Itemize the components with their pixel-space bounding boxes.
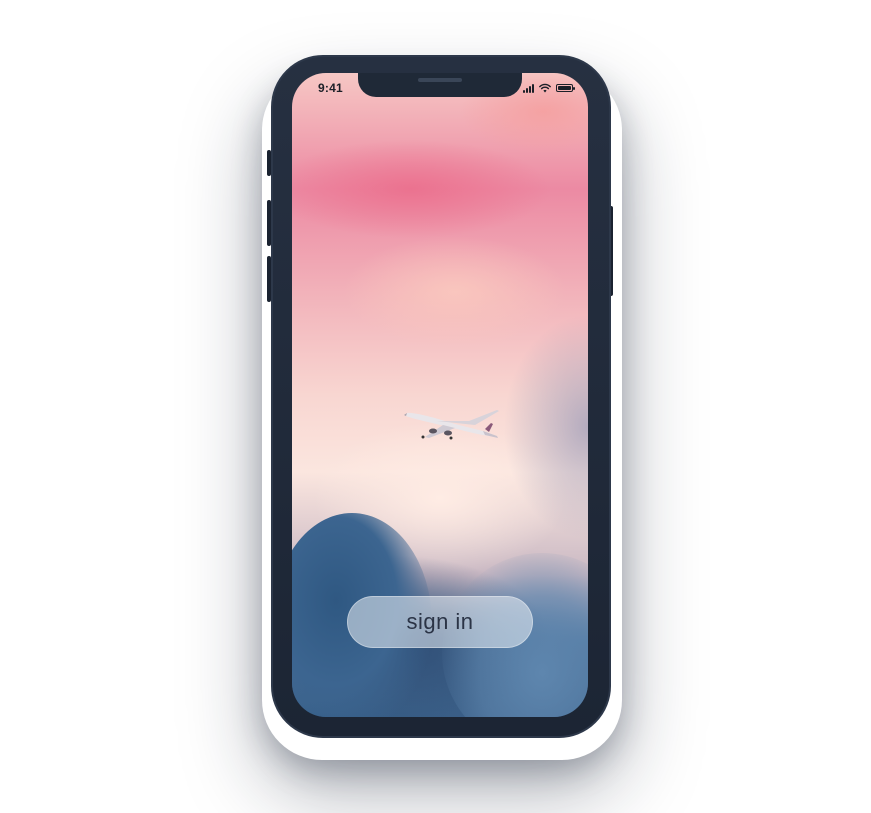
- battery-level: [558, 86, 571, 90]
- mockup-stage: 9:41 sign in: [0, 0, 871, 813]
- wifi-icon: [539, 83, 551, 93]
- cellular-signal-icon: [523, 83, 534, 93]
- earpiece-speaker: [418, 78, 462, 82]
- airplane-image: [404, 410, 499, 440]
- status-time: 9:41: [318, 81, 343, 95]
- status-icons: [523, 82, 579, 94]
- screen-bottom-edge: [292, 717, 588, 721]
- sign-in-button[interactable]: sign in: [347, 596, 533, 648]
- device-notch: [358, 73, 522, 97]
- battery-icon: [556, 84, 575, 92]
